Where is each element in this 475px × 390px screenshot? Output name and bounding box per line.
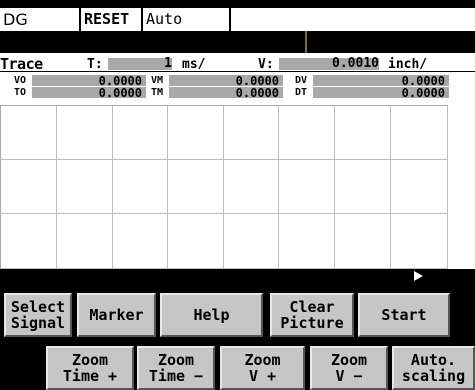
help-button[interactable]: Help (160, 293, 263, 337)
grid-line (167, 106, 168, 270)
time-scale-label: T: (87, 57, 103, 72)
tm-label: TM (151, 87, 164, 98)
grid-line (223, 106, 224, 270)
select-signal-button[interactable]: Select Signal (4, 293, 72, 337)
to-label: TO (14, 87, 27, 98)
to-value: 0.0000 (98, 86, 142, 100)
header-divider (305, 31, 307, 53)
zoom-v-plus-button[interactable]: Zoom V + (220, 346, 305, 390)
operation-mode: Auto (141, 8, 229, 31)
grid-line (1, 213, 449, 214)
auto-scaling-button[interactable]: Auto. scaling (392, 346, 475, 390)
tm-value: 0.0000 (235, 86, 279, 100)
zoom-v-minus-button[interactable]: Zoom V − (310, 346, 388, 390)
header-band (0, 31, 475, 53)
grid-line (334, 106, 335, 270)
grid-line (278, 106, 279, 270)
reset-indicator: RESET (79, 8, 141, 31)
grid-line (112, 106, 113, 270)
dv-label: DV (295, 75, 308, 86)
grid-margin (448, 105, 475, 269)
grid-line (390, 106, 391, 270)
trace-separator (0, 71, 475, 72)
message-area (229, 8, 475, 31)
start-button[interactable]: Start (358, 293, 450, 337)
zoom-time-plus-button[interactable]: Zoom Time + (46, 346, 134, 390)
volt-scale-value: 0.0010 (332, 56, 379, 71)
volt-scale-label: V: (258, 57, 274, 72)
grid-line (56, 106, 57, 270)
time-scale-unit: ms/ (182, 57, 206, 72)
time-scale-value: 1 (164, 56, 172, 71)
status-bar: DG RESET Auto (0, 0, 475, 32)
vm-label: VM (151, 75, 164, 86)
dt-label: DT (295, 87, 308, 98)
vo-label: VO (14, 75, 27, 86)
clear-picture-button[interactable]: Clear Picture (270, 293, 354, 337)
marker-button[interactable]: Marker (77, 293, 156, 337)
volt-scale-unit: inch/ (388, 57, 428, 72)
zoom-time-minus-button[interactable]: Zoom Time − (137, 346, 215, 390)
dt-value: 0.0000 (401, 86, 445, 100)
grid-line (1, 159, 449, 160)
softkey-header-bar (0, 269, 475, 284)
trace-graph-area[interactable] (0, 105, 449, 270)
next-page-arrow-icon[interactable] (414, 271, 423, 281)
mode-indicator: DG (0, 8, 79, 31)
